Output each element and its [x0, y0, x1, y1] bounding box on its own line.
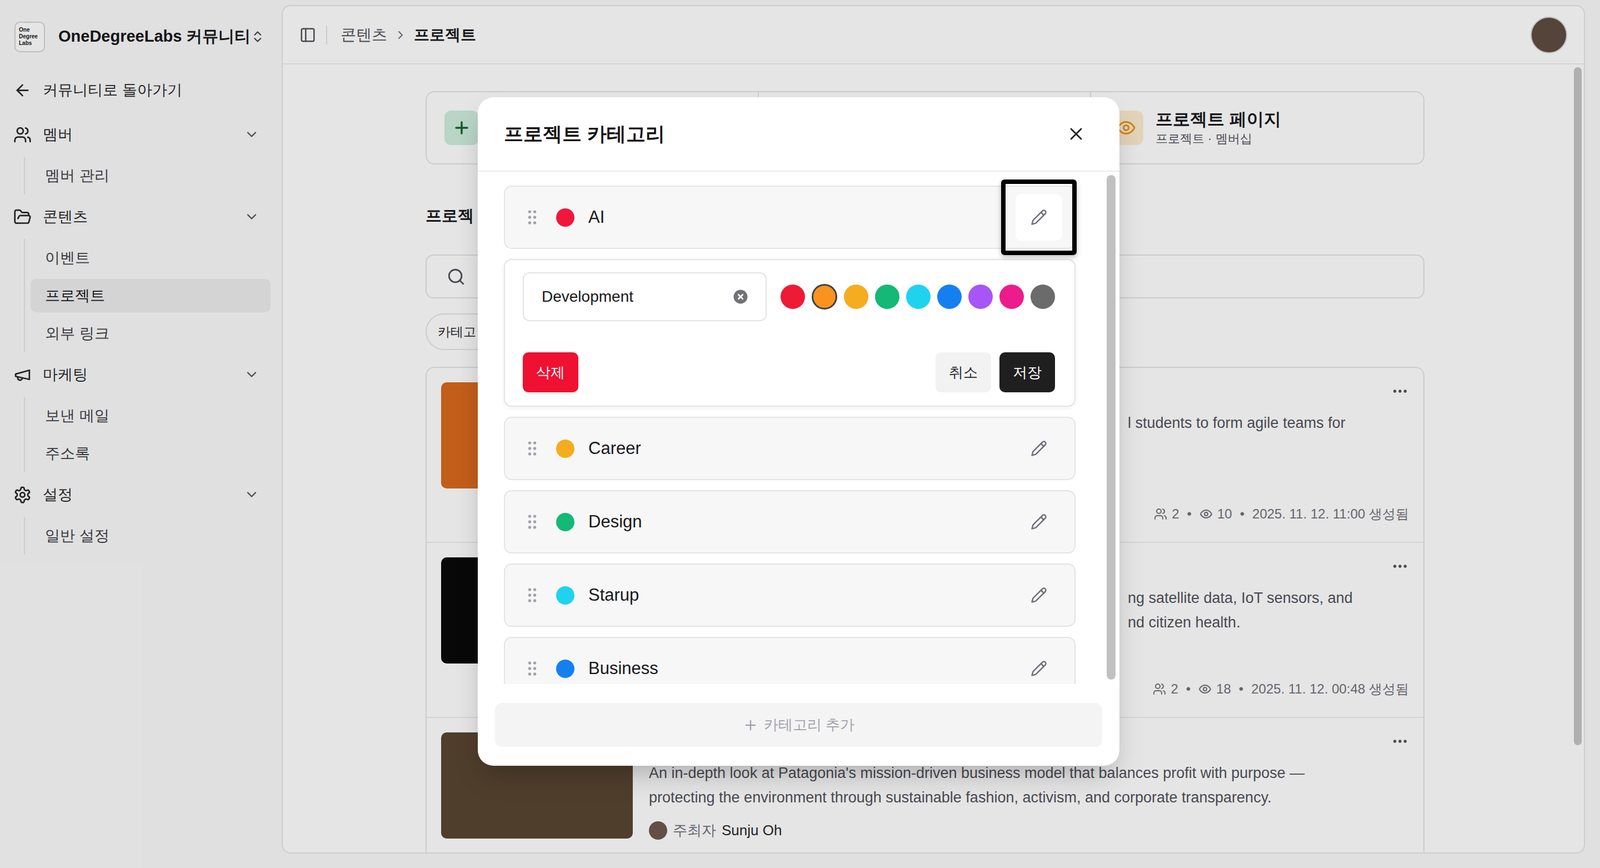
drag-handle-icon[interactable]	[527, 660, 538, 677]
plus-icon	[742, 717, 759, 733]
category-name: Business	[588, 655, 1016, 682]
drag-handle-icon[interactable]	[527, 440, 538, 457]
add-category-label: 카테고리 추가	[763, 713, 855, 736]
category-row[interactable]: Design	[503, 490, 1076, 554]
save-button[interactable]: 저장	[999, 352, 1055, 393]
dialog-footer: 카테고리 추가	[477, 683, 1120, 766]
edit-category-button[interactable]	[1015, 498, 1063, 545]
category-dialog: 프로젝트 카테고리 AI 삭제 취소저장 Career Design Starup Busi…	[477, 97, 1120, 766]
dialog-scrollbar[interactable]	[1106, 175, 1116, 680]
color-swatch[interactable]	[1030, 284, 1055, 309]
focus-ring	[1001, 179, 1077, 255]
category-color-dot	[556, 512, 575, 532]
color-swatch[interactable]	[968, 284, 993, 309]
delete-button[interactable]: 삭제	[522, 352, 579, 393]
color-swatch[interactable]	[999, 284, 1024, 309]
add-category-button[interactable]: 카테고리 추가	[495, 702, 1103, 747]
drag-handle-icon[interactable]	[527, 513, 538, 530]
category-row[interactable]: AI	[503, 185, 1076, 249]
edit-category-button[interactable]	[1015, 571, 1063, 619]
category-color-dot	[556, 439, 575, 458]
drag-handle-icon[interactable]	[527, 586, 538, 604]
pencil-icon	[1030, 208, 1048, 226]
pencil-icon	[1030, 440, 1048, 457]
pencil-icon	[1030, 513, 1048, 530]
category-row[interactable]: Business	[503, 636, 1076, 684]
pencil-icon	[1030, 660, 1048, 677]
category-name-input[interactable]	[522, 272, 767, 322]
edit-category-button[interactable]	[1015, 645, 1063, 684]
category-color-dot	[556, 208, 575, 227]
category-name: Design	[588, 508, 1016, 535]
close-icon	[1066, 123, 1087, 144]
color-swatch[interactable]	[811, 283, 838, 310]
category-name: Career	[588, 435, 1016, 462]
color-swatch[interactable]	[875, 284, 900, 309]
dialog-header: 프로젝트 카테고리	[477, 97, 1120, 172]
close-button[interactable]	[1061, 119, 1091, 149]
dialog-title: 프로젝트 카테고리	[503, 119, 665, 149]
category-color-dot	[556, 586, 575, 605]
category-name: Starup	[588, 582, 1016, 609]
color-swatch[interactable]	[937, 284, 962, 309]
category-row[interactable]: Starup	[503, 563, 1076, 627]
color-swatch[interactable]	[780, 284, 805, 309]
pencil-icon	[1030, 586, 1048, 604]
category-editor: 삭제 취소저장	[503, 258, 1076, 407]
color-swatch[interactable]	[843, 284, 869, 309]
color-palette	[780, 283, 1055, 310]
category-row[interactable]: Career	[503, 416, 1076, 480]
category-name: AI	[588, 204, 1016, 231]
cancel-button[interactable]: 취소	[935, 352, 992, 393]
color-swatch[interactable]	[906, 284, 931, 309]
drag-handle-icon[interactable]	[527, 208, 538, 226]
edit-category-button[interactable]	[1015, 193, 1063, 241]
category-color-dot	[556, 659, 575, 678]
category-list: AI 삭제 취소저장 Career Design Starup Business	[477, 171, 1120, 684]
edit-category-button[interactable]	[1015, 425, 1063, 472]
clear-icon[interactable]	[732, 288, 749, 305]
dialog-body: AI 삭제 취소저장 Career Design Starup Business	[477, 171, 1120, 684]
category-name-field[interactable]	[541, 285, 733, 309]
